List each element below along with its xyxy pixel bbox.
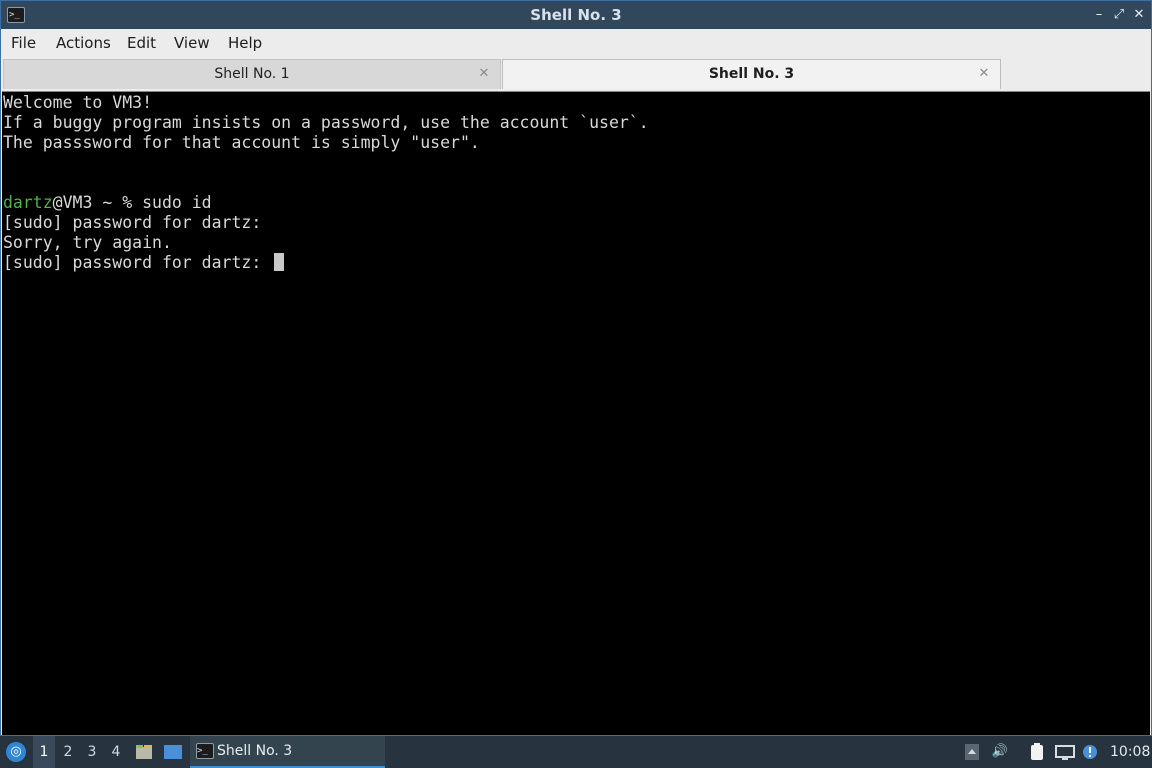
restore-icon[interactable]: ⤢	[1109, 5, 1129, 25]
notification-icon[interactable]	[1081, 743, 1099, 761]
tab-label: Shell No. 3	[708, 66, 795, 82]
tab-label: Shell No. 1	[214, 66, 290, 82]
close-icon[interactable]: ✕	[1129, 5, 1149, 25]
menu-edit[interactable]: Edit	[127, 29, 156, 58]
menu-actions[interactable]: Actions	[56, 29, 111, 58]
tab-bar: Shell No. 1 ✕ Shell No. 3 ✕	[1, 58, 1151, 90]
network-icon[interactable]	[1055, 743, 1075, 761]
menu-bar: File Actions Edit View Help	[1, 29, 1151, 58]
show-desktop-icon[interactable]	[163, 743, 182, 761]
clock[interactable]: 10:08	[1110, 736, 1150, 768]
terminal-line: [sudo] password for dartz:	[3, 213, 262, 232]
tab-shell-1[interactable]: Shell No. 1 ✕	[3, 59, 501, 89]
terminal-line: If a buggy program insists on a password…	[3, 113, 649, 132]
app-menu-icon[interactable]: ◎	[6, 742, 26, 762]
title-bar[interactable]: >_ Shell No. 3 – ⤢ ✕	[1, 1, 1151, 29]
password-prompt: [sudo] password for dartz:	[3, 253, 272, 272]
terminal-window: >_ Shell No. 3 – ⤢ ✕ File Actions Edit V…	[0, 0, 1152, 736]
prompt-command: @VM3 ~ % sudo id	[52, 193, 212, 212]
desktop-2[interactable]: 2	[57, 736, 79, 768]
terminal-line: Sorry, try again.	[3, 233, 172, 252]
tab-close-icon[interactable]: ✕	[476, 66, 492, 82]
tab-close-icon[interactable]: ✕	[976, 66, 992, 82]
terminal-output[interactable]: Welcome to VM3! If a buggy program insis…	[2, 91, 1150, 735]
menu-file[interactable]: File	[11, 29, 36, 58]
taskbar: ◎ 1 2 3 4 >_ Shell No. 3 🔊 10:08	[0, 736, 1152, 768]
battery-icon[interactable]	[1028, 743, 1046, 761]
tab-shell-3[interactable]: Shell No. 3 ✕	[502, 59, 1001, 89]
task-label: Shell No. 3	[217, 743, 293, 759]
terminal-line: Welcome to VM3!	[3, 93, 153, 112]
terminal-icon: >_	[196, 743, 214, 759]
menu-view[interactable]: View	[174, 29, 210, 58]
desktop-4[interactable]: 4	[105, 736, 127, 768]
desktop-3[interactable]: 3	[81, 736, 103, 768]
password-prompt-line[interactable]: [sudo] password for dartz:	[2, 253, 1150, 273]
text-cursor	[274, 253, 285, 271]
prompt-line: dartz@VM3 ~ % sudo id	[2, 193, 1150, 213]
desktop-1[interactable]: 1	[33, 736, 55, 768]
task-shell-3[interactable]: >_ Shell No. 3	[190, 736, 385, 768]
window-title: Shell No. 3	[530, 6, 622, 24]
prompt-user: dartz	[3, 193, 53, 212]
minimize-icon[interactable]: –	[1089, 5, 1109, 25]
menu-help[interactable]: Help	[228, 29, 262, 58]
tray-arrow-icon[interactable]	[963, 743, 981, 761]
file-manager-icon[interactable]	[135, 743, 153, 761]
terminal-line: The passsword for that account is simply…	[3, 133, 480, 152]
volume-icon[interactable]: 🔊	[991, 743, 1009, 761]
